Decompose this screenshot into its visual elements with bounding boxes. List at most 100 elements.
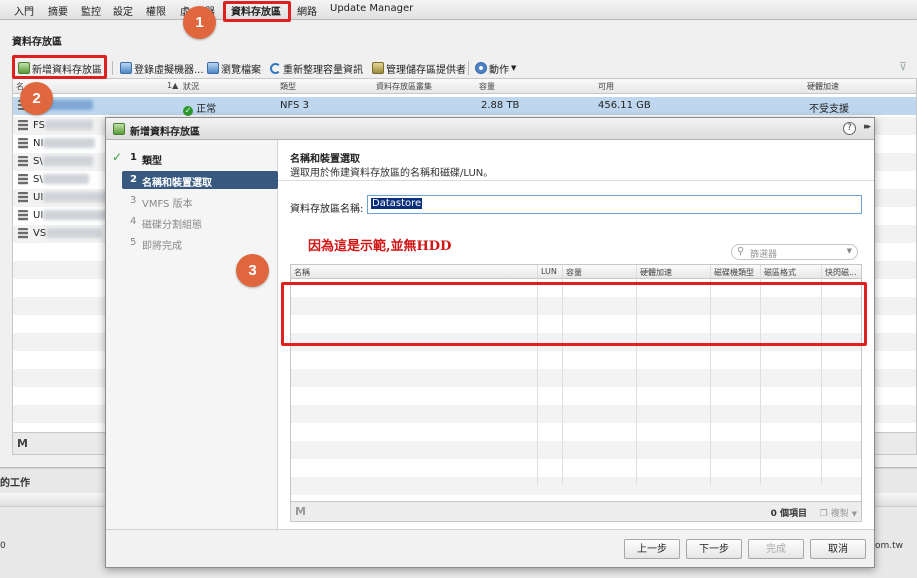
filter-icon[interactable]: ⊽: [899, 61, 913, 73]
highlight-disk-list: [281, 282, 867, 346]
manage-providers-button[interactable]: 管理儲存區提供者: [372, 60, 466, 76]
datastore-name-input[interactable]: Datastore: [367, 195, 862, 214]
cancel-button[interactable]: 取消: [810, 539, 866, 559]
col-sector-format[interactable]: 磁區格式: [764, 267, 796, 278]
refresh-icon: [270, 62, 281, 74]
section-title: 名稱和裝置選取: [290, 154, 360, 165]
refresh-capacity-label: 重新整理容量資訊: [283, 64, 363, 76]
table-row: [291, 351, 861, 369]
table-row[interactable]: ✓ 正常 NFS 3 2.88 TB 456.11 GB 不受支援: [13, 97, 916, 116]
tab-configure[interactable]: 設定: [113, 3, 133, 18]
datastore-icon: [18, 174, 28, 185]
register-vm-label: 登錄虛擬機器...: [134, 64, 204, 76]
tab-update-manager[interactable]: Update Manager: [330, 3, 413, 14]
tab-getting-started[interactable]: 入門: [14, 3, 34, 18]
wizard-step-ready: 5 即將完成: [106, 234, 278, 252]
tasks-edge-text: 0: [0, 541, 6, 551]
wizard-step-type[interactable]: ✓ 1 類型: [106, 149, 278, 167]
wizard-step-name-device[interactable]: 2 名稱和裝置選取: [122, 171, 278, 189]
new-datastore-icon: [113, 123, 125, 135]
row-name-text: UI: [33, 210, 44, 221]
col-disk-hw-accel[interactable]: 硬體加速: [640, 267, 672, 278]
col-disk-capacity[interactable]: 容量: [566, 267, 582, 278]
table-row: [291, 369, 861, 387]
browse-files-button[interactable]: 瀏覽檔案: [207, 60, 261, 76]
step-number: 1: [130, 152, 137, 163]
storage-provider-icon: [372, 62, 384, 74]
col-drive-type[interactable]: 磁碟機類型: [714, 267, 754, 278]
register-vm-button[interactable]: 登錄虛擬機器...: [120, 60, 204, 76]
step-number: 4: [130, 216, 137, 227]
browse-files-label: 瀏覽檔案: [221, 64, 261, 76]
annotation-note: 因為這是示範,並無HDD: [308, 239, 452, 254]
dialog-titlebar[interactable]: 新增資料存放區 ? ▸▸: [106, 118, 874, 140]
datastore-toolbar: 新增資料存放區 登錄虛擬機器... 瀏覽檔案 重新整理容量資訊 管理儲存區提供者…: [12, 58, 917, 78]
col-free[interactable]: 可用: [598, 81, 614, 92]
disk-table-header: 名稱 LUN 容量 硬體加速 磁碟機類型 磁區格式 快閃磁...: [291, 265, 861, 279]
toolbar-divider: [112, 61, 113, 75]
tab-networks[interactable]: 網路: [297, 3, 317, 18]
table-row: [291, 387, 861, 405]
chevron-down-icon: ▼: [851, 510, 857, 518]
chevron-down-icon: ▼: [846, 247, 852, 255]
ok-icon: ✓: [183, 106, 193, 116]
col-status[interactable]: 狀況: [183, 81, 199, 92]
expand-icon[interactable]: ▸▸: [864, 122, 871, 132]
filter-input[interactable]: ⚲ 篩選器 ▼: [731, 244, 858, 260]
copy-icon: ❐: [819, 509, 828, 519]
next-button[interactable]: 下一步: [686, 539, 742, 559]
refresh-capacity-button[interactable]: 重新整理容量資訊: [270, 60, 363, 76]
datastore-table-header: 名 1▲ 狀況 類型 資料存放區叢集 容量 可用 硬體加速: [13, 79, 916, 94]
row-status: ✓ 正常: [183, 100, 216, 116]
finish-button: 完成: [748, 539, 804, 559]
step-label: 磁碟分割組態: [142, 220, 202, 231]
row-name: S\: [33, 156, 93, 167]
row-name-text: UI: [33, 192, 44, 203]
actions-label: 動作: [489, 64, 509, 76]
table-row: [291, 477, 861, 495]
back-button[interactable]: 上一步: [624, 539, 680, 559]
manage-providers-label: 管理儲存區提供者: [386, 64, 466, 76]
step-number: 3: [130, 195, 137, 206]
browse-files-icon: [207, 62, 219, 74]
datastore-icon: [18, 210, 28, 221]
help-icon[interactable]: ?: [843, 122, 856, 135]
row-name-text: NI: [33, 138, 44, 149]
toolbar-divider: [468, 61, 469, 75]
search-icon: ⚲: [737, 246, 745, 257]
col-cluster[interactable]: 資料存放區叢集: [376, 81, 432, 92]
copy-button[interactable]: ❐ 複製 ▼: [820, 506, 857, 519]
page-title: 資料存放區: [12, 37, 62, 48]
tab-permissions[interactable]: 權限: [146, 3, 166, 18]
tab-monitor[interactable]: 監控: [81, 3, 101, 18]
col-lun[interactable]: LUN: [541, 267, 557, 276]
step-label: 名稱和裝置選取: [142, 178, 212, 189]
row-name-text: S\: [33, 156, 43, 167]
datastore-icon: [18, 156, 28, 167]
step-label: 類型: [142, 156, 162, 167]
row-name: VS: [33, 228, 103, 239]
wizard-step-partition: 4 磁碟分割組態: [106, 213, 278, 231]
highlight-datastores-tab: [223, 1, 291, 22]
binoculars-icon[interactable]: M: [17, 437, 28, 450]
datastore-icon: [18, 228, 28, 239]
col-hw-accel[interactable]: 硬體加速: [807, 81, 839, 92]
row-name: FS: [33, 120, 93, 131]
col-disk-name[interactable]: 名稱: [294, 267, 310, 278]
datastore-icon: [18, 192, 28, 203]
datastore-name-label: 資料存放區名稱:: [290, 204, 364, 215]
callout-step-1: 1: [183, 6, 216, 39]
row-free: 456.11 GB: [598, 100, 651, 111]
binoculars-icon[interactable]: M: [295, 505, 306, 518]
row-name: S\: [33, 174, 89, 185]
tasks-edge-text-right: om.tw: [875, 541, 904, 551]
sort-indicator[interactable]: 1▲: [167, 81, 178, 90]
col-type[interactable]: 類型: [280, 81, 296, 92]
tab-summary[interactable]: 摘要: [48, 3, 68, 18]
highlight-new-datastore: [12, 55, 107, 79]
col-flash-disk[interactable]: 快閃磁...: [825, 267, 857, 278]
col-capacity[interactable]: 容量: [479, 81, 495, 92]
row-name-text: VS: [33, 228, 47, 239]
actions-menu-button[interactable]: 動作 ▼: [475, 60, 516, 76]
step-number: 2: [130, 174, 137, 185]
